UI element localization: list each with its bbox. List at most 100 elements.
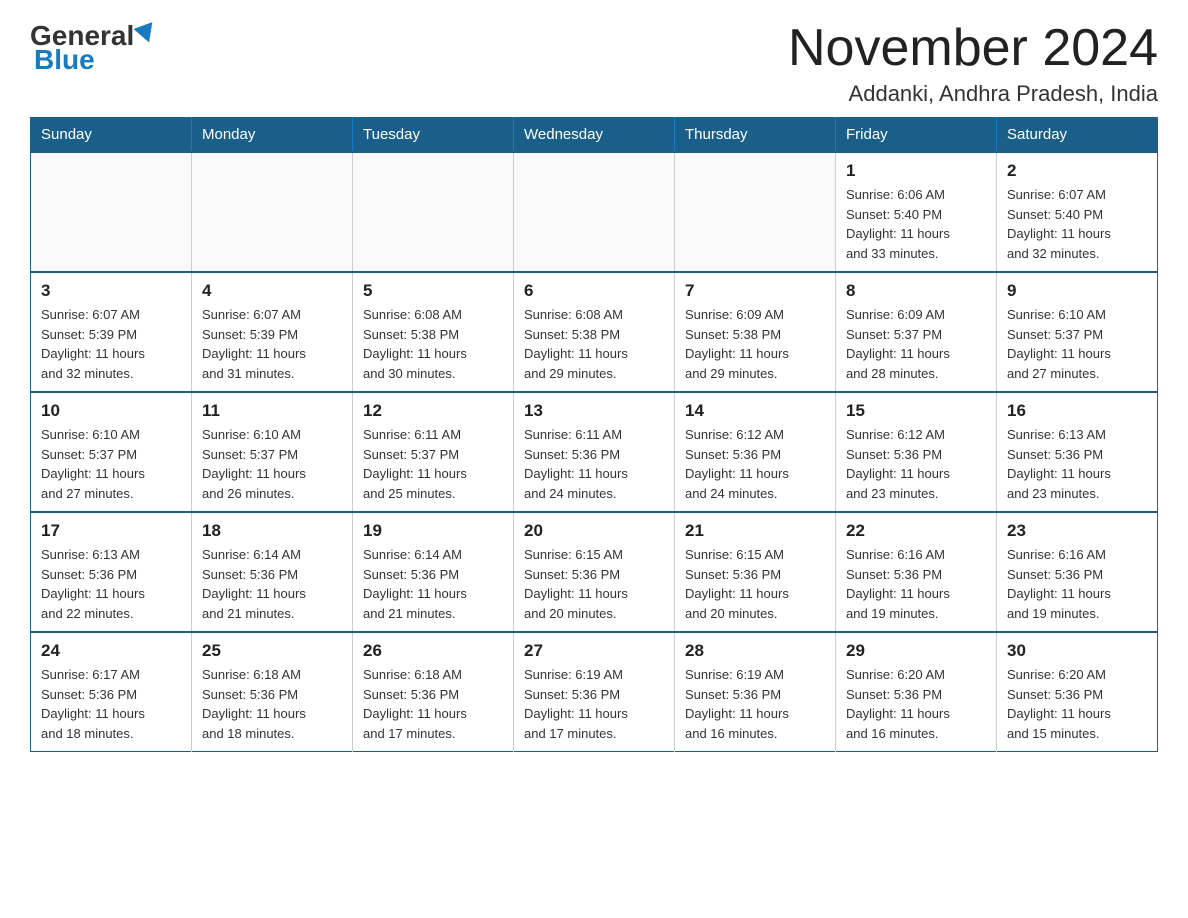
day-info: Sunrise: 6:16 AM Sunset: 5:36 PM Dayligh…: [1007, 545, 1147, 623]
day-info: Sunrise: 6:14 AM Sunset: 5:36 PM Dayligh…: [202, 545, 342, 623]
calendar-cell: 25 Sunrise: 6:18 AM Sunset: 5:36 PM Dayli…: [192, 632, 353, 752]
logo-triangle-icon: [134, 22, 159, 46]
day-number: 26: [363, 641, 503, 661]
week-row-1: 1 Sunrise: 6:06 AM Sunset: 5:40 PM Daylig…: [31, 152, 1158, 272]
calendar-cell: 11 Sunrise: 6:10 AM Sunset: 5:37 PM Dayli…: [192, 392, 353, 512]
week-row-3: 10 Sunrise: 6:10 AM Sunset: 5:37 PM Dayli…: [31, 392, 1158, 512]
day-info: Sunrise: 6:18 AM Sunset: 5:36 PM Dayligh…: [363, 665, 503, 743]
calendar-cell: 1 Sunrise: 6:06 AM Sunset: 5:40 PM Daylig…: [836, 152, 997, 272]
weekday-header-tuesday: Tuesday: [353, 118, 514, 153]
calendar-cell: 21 Sunrise: 6:15 AM Sunset: 5:36 PM Dayli…: [675, 512, 836, 632]
day-number: 20: [524, 521, 664, 541]
day-info: Sunrise: 6:10 AM Sunset: 5:37 PM Dayligh…: [41, 425, 181, 503]
calendar-cell: 23 Sunrise: 6:16 AM Sunset: 5:36 PM Dayli…: [997, 512, 1158, 632]
weekday-header-wednesday: Wednesday: [514, 118, 675, 153]
calendar-cell: 18 Sunrise: 6:14 AM Sunset: 5:36 PM Dayli…: [192, 512, 353, 632]
calendar-cell: 20 Sunrise: 6:15 AM Sunset: 5:36 PM Dayli…: [514, 512, 675, 632]
calendar-cell: 12 Sunrise: 6:11 AM Sunset: 5:37 PM Dayli…: [353, 392, 514, 512]
day-number: 7: [685, 281, 825, 301]
weekday-header-sunday: Sunday: [31, 118, 192, 153]
calendar-cell: 19 Sunrise: 6:14 AM Sunset: 5:36 PM Dayli…: [353, 512, 514, 632]
logo-area: General Blue: [30, 20, 158, 76]
day-info: Sunrise: 6:11 AM Sunset: 5:37 PM Dayligh…: [363, 425, 503, 503]
week-row-5: 24Sunrise: 6:17 AM Sunset: 5:36 PM Dayli…: [31, 632, 1158, 752]
day-info: Sunrise: 6:18 AM Sunset: 5:36 PM Dayligh…: [202, 665, 342, 743]
day-number: 2: [1007, 161, 1147, 181]
week-row-2: 3 Sunrise: 6:07 AM Sunset: 5:39 PM Daylig…: [31, 272, 1158, 392]
day-number: 25: [202, 641, 342, 661]
day-number: 3: [41, 281, 181, 301]
calendar-cell: 13Sunrise: 6:11 AM Sunset: 5:36 PM Dayli…: [514, 392, 675, 512]
day-number: 28: [685, 641, 825, 661]
day-number: 27: [524, 641, 664, 661]
day-number: 14: [685, 401, 825, 421]
calendar-cell: 14 Sunrise: 6:12 AM Sunset: 5:36 PM Dayli…: [675, 392, 836, 512]
calendar-cell: [514, 152, 675, 272]
day-number: 11: [202, 401, 342, 421]
day-number: 12: [363, 401, 503, 421]
day-number: 21: [685, 521, 825, 541]
day-number: 8: [846, 281, 986, 301]
calendar-cell: 29 Sunrise: 6:20 AM Sunset: 5:36 PM Dayli…: [836, 632, 997, 752]
day-info: Sunrise: 6:14 AM Sunset: 5:36 PM Dayligh…: [363, 545, 503, 623]
calendar-cell: 30Sunrise: 6:20 AM Sunset: 5:36 PM Dayli…: [997, 632, 1158, 752]
calendar-cell: 28Sunrise: 6:19 AM Sunset: 5:36 PM Dayli…: [675, 632, 836, 752]
day-number: 24: [41, 641, 181, 661]
calendar-cell: 5Sunrise: 6:08 AM Sunset: 5:38 PM Daylig…: [353, 272, 514, 392]
calendar-table: SundayMondayTuesdayWednesdayThursdayFrid…: [30, 117, 1158, 752]
day-info: Sunrise: 6:07 AM Sunset: 5:39 PM Dayligh…: [41, 305, 181, 383]
day-info: Sunrise: 6:12 AM Sunset: 5:36 PM Dayligh…: [685, 425, 825, 503]
day-number: 5: [363, 281, 503, 301]
day-info: Sunrise: 6:12 AM Sunset: 5:36 PM Dayligh…: [846, 425, 986, 503]
day-info: Sunrise: 6:19 AM Sunset: 5:36 PM Dayligh…: [524, 665, 664, 743]
day-info: Sunrise: 6:16 AM Sunset: 5:36 PM Dayligh…: [846, 545, 986, 623]
day-info: Sunrise: 6:20 AM Sunset: 5:36 PM Dayligh…: [1007, 665, 1147, 743]
weekday-header-monday: Monday: [192, 118, 353, 153]
day-number: 15: [846, 401, 986, 421]
day-info: Sunrise: 6:13 AM Sunset: 5:36 PM Dayligh…: [41, 545, 181, 623]
calendar-cell: [31, 152, 192, 272]
calendar-cell: 4Sunrise: 6:07 AM Sunset: 5:39 PM Daylig…: [192, 272, 353, 392]
calendar-cell: 3 Sunrise: 6:07 AM Sunset: 5:39 PM Daylig…: [31, 272, 192, 392]
calendar-cell: 2Sunrise: 6:07 AM Sunset: 5:40 PM Daylig…: [997, 152, 1158, 272]
calendar-cell: 17 Sunrise: 6:13 AM Sunset: 5:36 PM Dayli…: [31, 512, 192, 632]
calendar-cell: 16 Sunrise: 6:13 AM Sunset: 5:36 PM Dayli…: [997, 392, 1158, 512]
day-info: Sunrise: 6:10 AM Sunset: 5:37 PM Dayligh…: [1007, 305, 1147, 383]
day-number: 22: [846, 521, 986, 541]
title-area: November 2024 Addanki, Andhra Pradesh, I…: [788, 20, 1158, 107]
day-number: 29: [846, 641, 986, 661]
calendar-cell: 6 Sunrise: 6:08 AM Sunset: 5:38 PM Daylig…: [514, 272, 675, 392]
day-info: Sunrise: 6:15 AM Sunset: 5:36 PM Dayligh…: [524, 545, 664, 623]
day-info: Sunrise: 6:13 AM Sunset: 5:36 PM Dayligh…: [1007, 425, 1147, 503]
day-number: 10: [41, 401, 181, 421]
weekday-header-thursday: Thursday: [675, 118, 836, 153]
day-info: Sunrise: 6:07 AM Sunset: 5:39 PM Dayligh…: [202, 305, 342, 383]
weekday-header-friday: Friday: [836, 118, 997, 153]
calendar-cell: [675, 152, 836, 272]
day-info: Sunrise: 6:11 AM Sunset: 5:36 PM Dayligh…: [524, 425, 664, 503]
day-info: Sunrise: 6:10 AM Sunset: 5:37 PM Dayligh…: [202, 425, 342, 503]
day-info: Sunrise: 6:08 AM Sunset: 5:38 PM Dayligh…: [524, 305, 664, 383]
day-number: 17: [41, 521, 181, 541]
calendar-cell: 9 Sunrise: 6:10 AM Sunset: 5:37 PM Daylig…: [997, 272, 1158, 392]
location-subtitle: Addanki, Andhra Pradesh, India: [788, 81, 1158, 107]
day-number: 6: [524, 281, 664, 301]
day-number: 9: [1007, 281, 1147, 301]
calendar-cell: [353, 152, 514, 272]
logo-blue: Blue: [34, 44, 95, 76]
weekday-header-row: SundayMondayTuesdayWednesdayThursdayFrid…: [31, 118, 1158, 153]
day-info: Sunrise: 6:15 AM Sunset: 5:36 PM Dayligh…: [685, 545, 825, 623]
day-number: 19: [363, 521, 503, 541]
calendar-cell: 7Sunrise: 6:09 AM Sunset: 5:38 PM Daylig…: [675, 272, 836, 392]
day-number: 16: [1007, 401, 1147, 421]
day-info: Sunrise: 6:06 AM Sunset: 5:40 PM Dayligh…: [846, 185, 986, 263]
calendar-cell: 24Sunrise: 6:17 AM Sunset: 5:36 PM Dayli…: [31, 632, 192, 752]
page-header: General Blue November 2024 Addanki, Andh…: [30, 20, 1158, 107]
day-number: 1: [846, 161, 986, 181]
calendar-cell: 26 Sunrise: 6:18 AM Sunset: 5:36 PM Dayli…: [353, 632, 514, 752]
day-number: 23: [1007, 521, 1147, 541]
calendar-cell: 15 Sunrise: 6:12 AM Sunset: 5:36 PM Dayli…: [836, 392, 997, 512]
day-info: Sunrise: 6:20 AM Sunset: 5:36 PM Dayligh…: [846, 665, 986, 743]
day-info: Sunrise: 6:09 AM Sunset: 5:37 PM Dayligh…: [846, 305, 986, 383]
day-number: 18: [202, 521, 342, 541]
